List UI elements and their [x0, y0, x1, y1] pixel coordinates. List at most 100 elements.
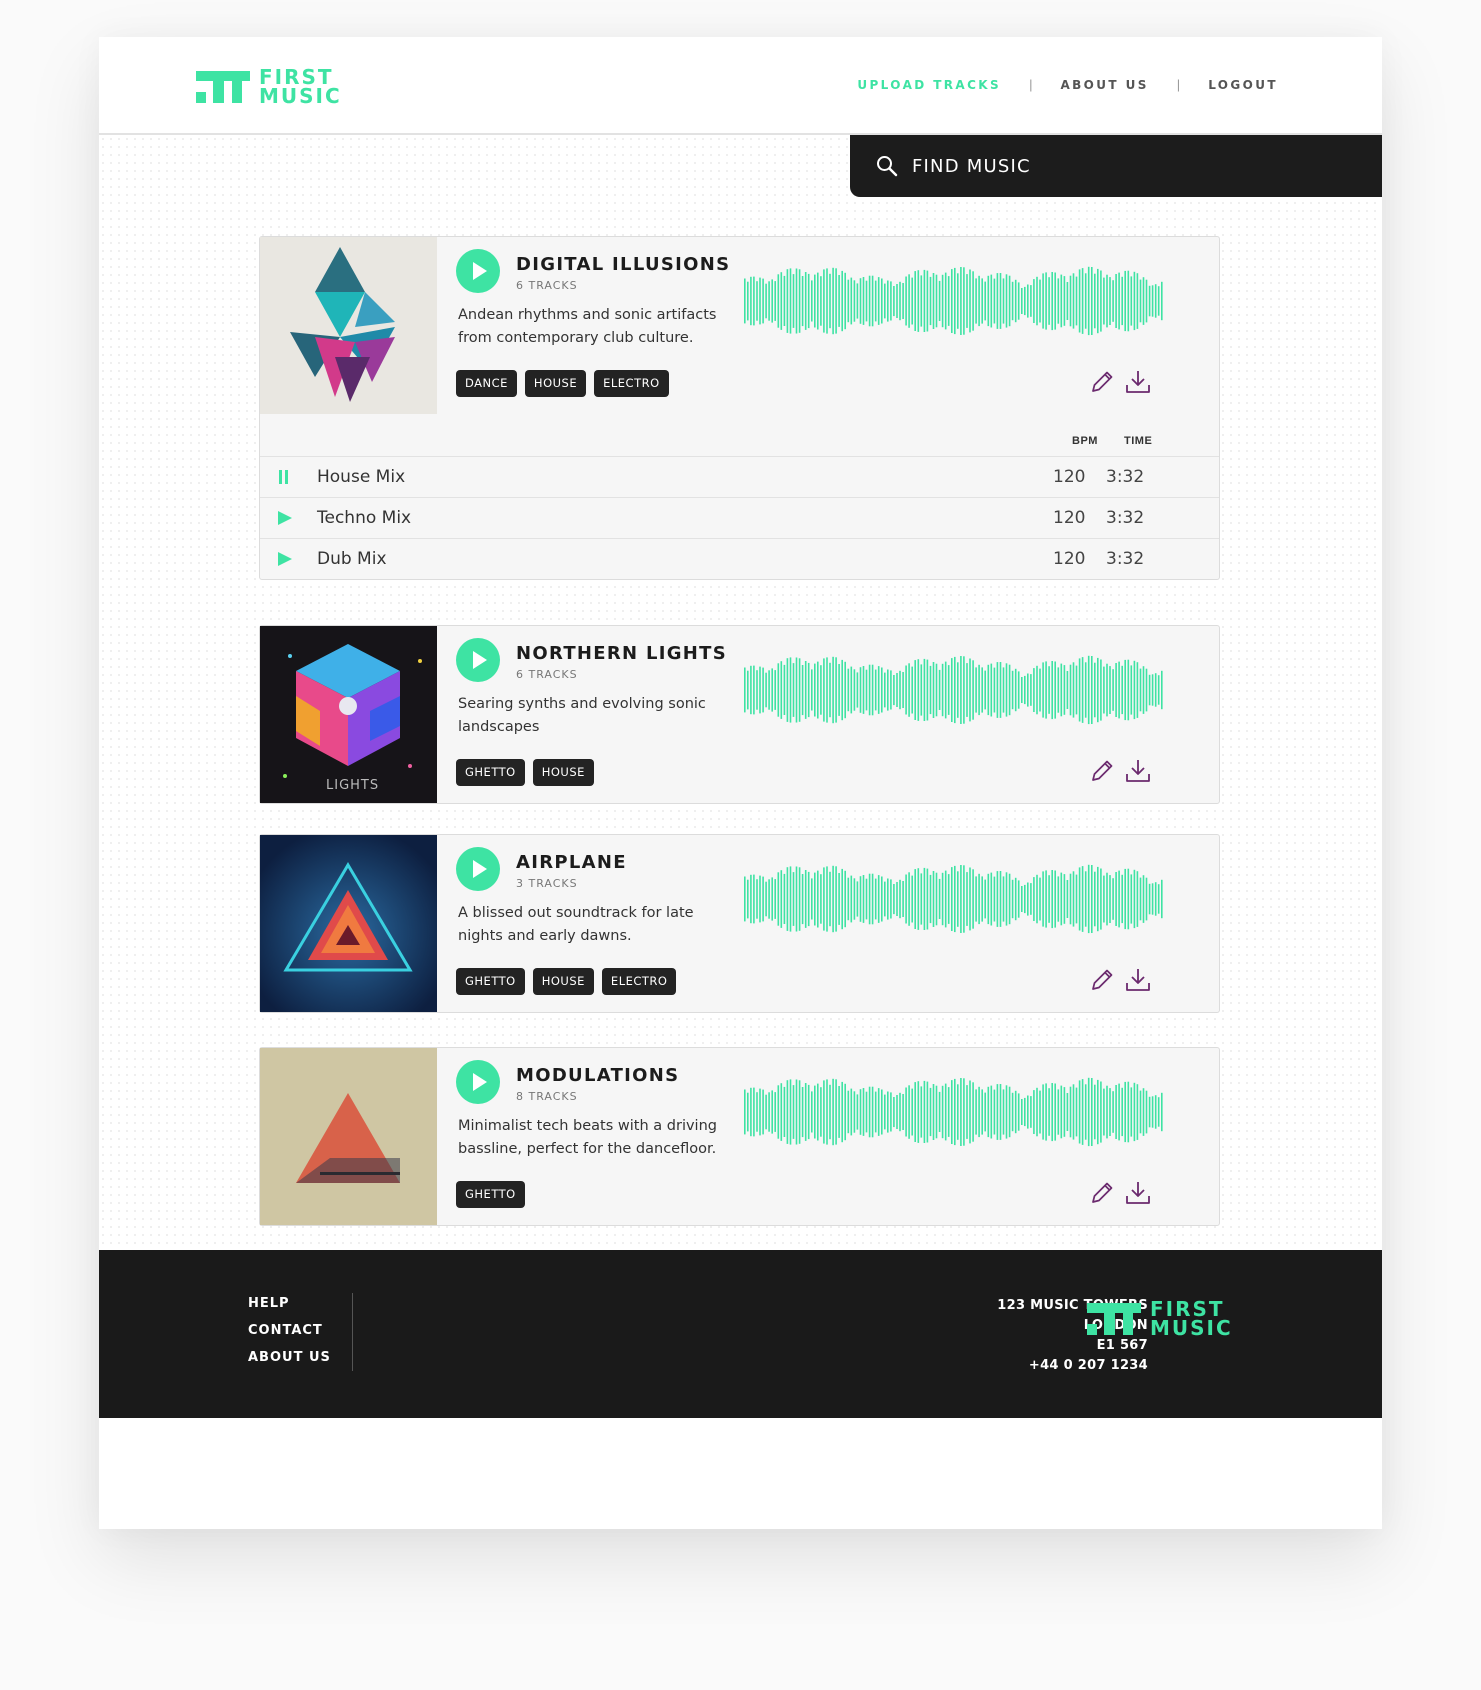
footer: HELP CONTACT ABOUT US 123 MUSIC TOWERS L…	[99, 1250, 1382, 1418]
download-icon[interactable]	[1124, 1179, 1152, 1207]
waveform-bar	[1017, 1093, 1020, 1131]
waveform-bar	[838, 873, 840, 925]
waveform-bar	[786, 658, 789, 722]
album-cover[interactable]: LIGHTS	[260, 626, 437, 803]
waveform-bar	[747, 1092, 749, 1132]
waveform-bar	[926, 270, 929, 332]
nav-logout[interactable]: LOGOUT	[1208, 78, 1278, 92]
track-row[interactable]: House Mix 120 3:32	[260, 456, 1219, 497]
waveform-bar	[966, 1085, 968, 1139]
genre-tag[interactable]: GHETTO	[456, 1181, 525, 1208]
edit-pencil-icon[interactable]	[1088, 1179, 1116, 1207]
edit-pencil-icon[interactable]	[1088, 757, 1116, 785]
pause-icon[interactable]	[277, 469, 291, 485]
waveform-bar	[814, 872, 816, 926]
waveform[interactable]	[744, 1074, 1164, 1150]
waveform-bar	[777, 1085, 780, 1139]
waveform-bar	[826, 866, 828, 932]
edit-pencil-icon[interactable]	[1088, 368, 1116, 396]
genre-tag[interactable]: DANCE	[456, 370, 517, 397]
find-music-label: FIND MUSIC	[912, 155, 1031, 177]
waveform-bar	[1027, 882, 1029, 916]
album-card: LIGHTS NORTHERN LIGHTS 6 TRACKS Searing …	[259, 625, 1220, 804]
waveform-bar	[1133, 271, 1136, 331]
waveform-bar	[1121, 665, 1123, 715]
waveform-bar	[1097, 657, 1099, 723]
find-music-bar[interactable]: FIND MUSIC	[850, 135, 1382, 197]
waveform-bar	[759, 875, 761, 923]
waveform-bar	[957, 871, 959, 927]
waveform-bar	[847, 668, 850, 712]
waveform-bar	[1066, 671, 1069, 709]
genre-tag[interactable]: HOUSE	[532, 759, 594, 786]
nav-about-us[interactable]: ABOUT US	[1060, 78, 1148, 92]
track-row[interactable]: Techno Mix 120 3:32	[260, 497, 1219, 538]
waveform-bar	[1151, 1096, 1154, 1128]
waveform-bar	[920, 664, 923, 716]
waveform-bar	[951, 269, 953, 333]
genre-tag[interactable]: HOUSE	[532, 968, 594, 995]
genre-tag[interactable]: ELECTRO	[601, 968, 677, 995]
play-icon[interactable]	[277, 551, 293, 567]
footer-logo[interactable]: FIRST MUSIC	[1087, 1299, 1233, 1338]
play-album-button[interactable]	[456, 1060, 500, 1104]
footer-link-contact[interactable]: CONTACT	[248, 1323, 331, 1338]
waveform-bar	[1103, 277, 1105, 325]
waveform[interactable]	[744, 861, 1164, 937]
play-icon[interactable]	[277, 510, 293, 526]
album-tags: GHETTO HOUSE ELECTRO	[456, 968, 684, 995]
waveform-bar	[829, 1084, 831, 1140]
waveform-bar	[1154, 284, 1157, 318]
waveform-bar	[1024, 884, 1026, 914]
waveform-bar	[1042, 273, 1044, 329]
search-icon	[877, 156, 898, 177]
footer-link-help[interactable]: HELP	[248, 1296, 331, 1311]
waveform-bar	[990, 1085, 993, 1139]
waveform-bar	[1008, 275, 1011, 327]
genre-tag[interactable]: GHETTO	[456, 759, 525, 786]
waveform-bar	[893, 286, 895, 317]
download-icon[interactable]	[1124, 966, 1152, 994]
waveform-bar	[811, 1091, 813, 1133]
album-cover[interactable]	[260, 835, 437, 1012]
waveform-bar	[850, 875, 853, 923]
waveform-bar	[1161, 879, 1163, 919]
waveform-bar	[859, 278, 862, 324]
waveform-bar	[1148, 674, 1151, 706]
waveform-bar	[1084, 273, 1087, 329]
waveform-bar	[914, 1082, 916, 1142]
genre-tag[interactable]: GHETTO	[456, 968, 525, 995]
waveform-bar	[1042, 662, 1044, 718]
waveform[interactable]	[744, 652, 1164, 728]
waveform-bar	[1136, 1084, 1139, 1140]
album-cover[interactable]	[260, 1048, 437, 1225]
play-album-button[interactable]	[456, 638, 500, 682]
brand-logo[interactable]: FIRST MUSIC	[196, 67, 342, 106]
waveform-bar	[750, 665, 752, 715]
album-cover[interactable]	[260, 237, 437, 414]
nav-separator: |	[1029, 77, 1033, 92]
waveform-bar	[798, 269, 801, 333]
waveform-bar	[871, 664, 874, 716]
waveform-bar	[1124, 270, 1126, 332]
waveform-bar	[801, 276, 804, 327]
waveform-bar	[1139, 668, 1142, 712]
track-name: House Mix	[317, 467, 406, 487]
genre-tag[interactable]: HOUSE	[524, 370, 587, 397]
nav-upload-tracks[interactable]: UPLOAD TRACKS	[857, 78, 1001, 92]
download-icon[interactable]	[1124, 757, 1152, 785]
waveform[interactable]	[744, 263, 1164, 339]
waveform-bar	[853, 669, 856, 711]
play-album-button[interactable]	[456, 249, 500, 293]
footer-link-about-us[interactable]: ABOUT US	[248, 1350, 331, 1365]
genre-tag[interactable]: ELECTRO	[594, 370, 669, 397]
play-album-button[interactable]	[456, 847, 500, 891]
waveform-bar	[1151, 285, 1154, 317]
waveform-bar	[990, 663, 993, 717]
waveform-bar	[975, 667, 977, 713]
download-icon[interactable]	[1124, 368, 1152, 396]
waveform-bar	[823, 1080, 825, 1144]
edit-pencil-icon[interactable]	[1088, 966, 1116, 994]
waveform-bar	[868, 873, 871, 925]
track-row[interactable]: Dub Mix 120 3:32	[260, 538, 1219, 579]
